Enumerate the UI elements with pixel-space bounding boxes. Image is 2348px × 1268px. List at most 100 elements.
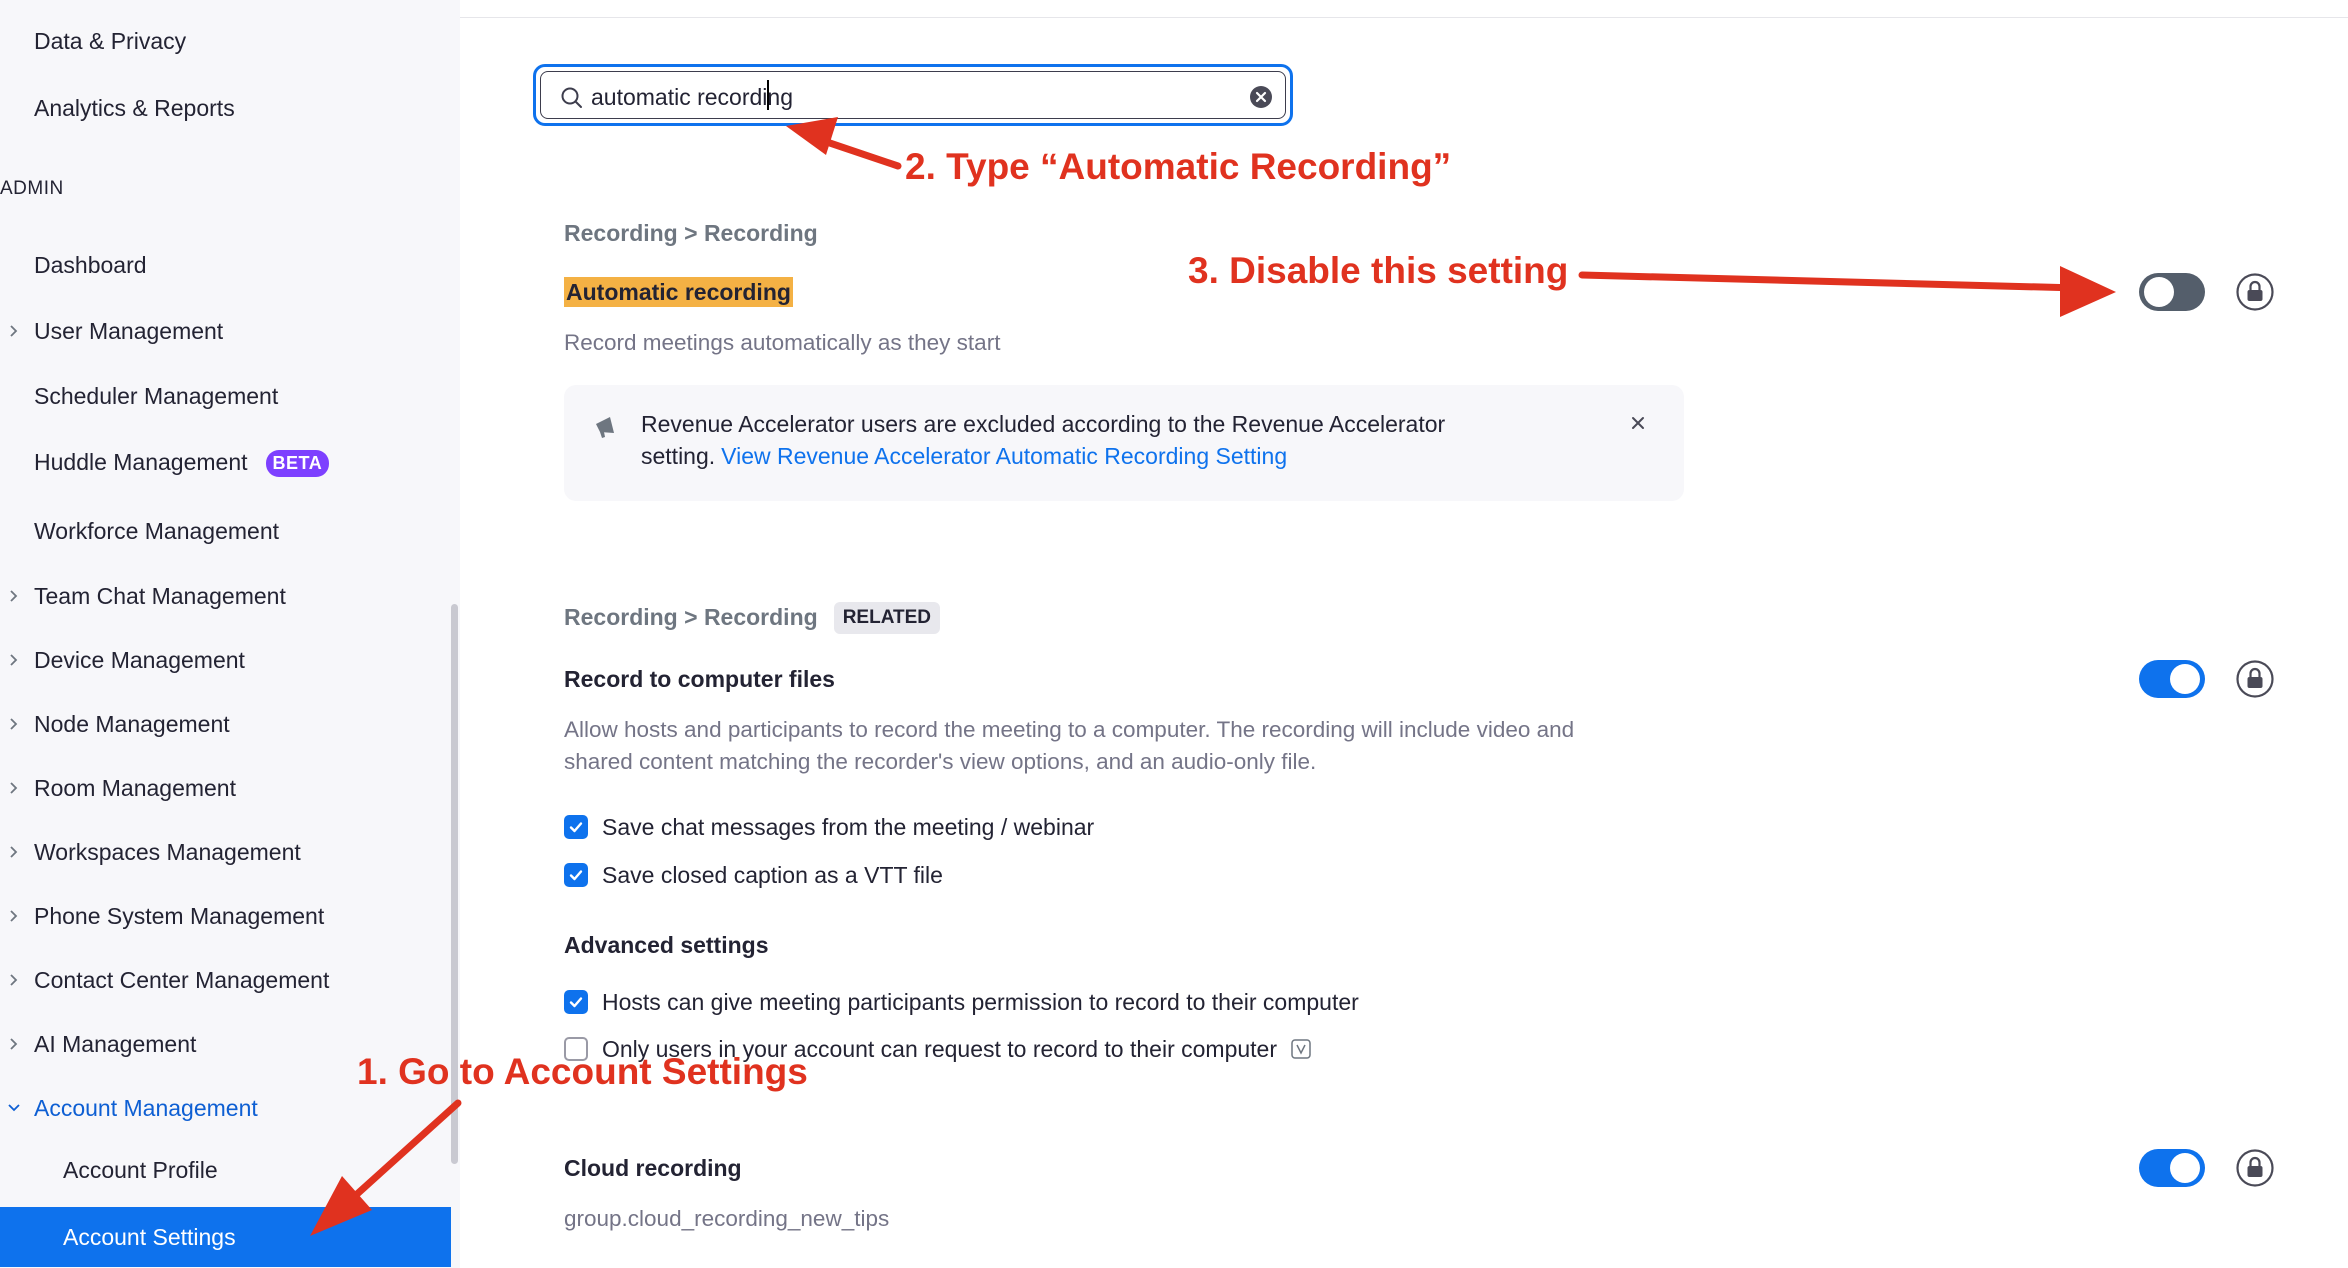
sidebar-item-workforce-management[interactable]: Workforce Management <box>0 501 451 561</box>
related-tag: RELATED <box>833 602 940 634</box>
sidebar-item-label: User Management <box>34 317 224 344</box>
option-hosts-permission[interactable]: Hosts can give meeting participants perm… <box>564 987 1359 1017</box>
search-box <box>533 64 1293 126</box>
setting-breadcrumb: Recording > Recording <box>564 220 818 246</box>
setting-title-automatic-recording: Automatic recording <box>564 277 793 307</box>
revenue-accelerator-notice: Revenue Accelerator users are excluded a… <box>564 385 1684 501</box>
search-field[interactable] <box>540 71 1286 119</box>
header-divider <box>460 17 2348 18</box>
sidebar-item-label: Huddle Management BETA <box>34 448 330 478</box>
search-highlight: Automatic recording <box>564 277 793 307</box>
automatic-recording-toggle[interactable] <box>2139 273 2205 311</box>
chevron-right-icon <box>6 588 22 604</box>
sidebar-item-label: Room Management <box>34 774 236 801</box>
sidebar-item-user-management[interactable]: User Management <box>0 301 451 361</box>
search-icon <box>561 87 582 108</box>
sidebar-item-label: Node Management <box>34 710 230 737</box>
revenue-accelerator-link[interactable]: View Revenue Accelerator Automatic Recor… <box>721 443 1287 469</box>
option-save-chat[interactable]: Save chat messages from the meeting / we… <box>564 812 1094 842</box>
sidebar-item-label: Device Management <box>34 646 245 673</box>
sidebar-item-label: Workspaces Management <box>34 838 301 865</box>
lock-icon[interactable] <box>2235 659 2275 699</box>
description-line-1: Allow hosts and participants to record t… <box>564 717 1575 742</box>
checkbox[interactable] <box>564 815 588 839</box>
sidebar-item-label: Data & Privacy <box>34 27 187 54</box>
sidebar-item-text: Huddle Management <box>34 448 248 475</box>
chevron-right-icon <box>6 844 22 860</box>
sidebar-item-label: Scheduler Management <box>34 382 279 409</box>
sidebar-item-data-privacy[interactable]: Data & Privacy <box>0 11 451 71</box>
checkbox[interactable] <box>564 990 588 1014</box>
setting-breadcrumb: Recording > Recording RELATED <box>564 602 940 636</box>
setting-description: Allow hosts and participants to record t… <box>564 714 1574 778</box>
annotation-step-2: 2. Type “Automatic Recording” <box>905 146 1452 187</box>
record-to-computer-toggle[interactable] <box>2139 660 2205 698</box>
close-icon[interactable] <box>1628 413 1648 433</box>
checkmark-icon <box>569 822 583 833</box>
sidebar-item-label: Workforce Management <box>34 517 280 544</box>
sidebar-item-label: Analytics & Reports <box>34 94 235 121</box>
breadcrumb-text: Recording > Recording <box>564 604 818 630</box>
sidebar-item-label: Account Settings <box>63 1223 236 1250</box>
chevron-right-icon <box>6 1036 22 1052</box>
notice-line-2: setting. View Revenue Accelerator Automat… <box>641 440 1445 472</box>
sidebar-item-device-management[interactable]: Device Management <box>0 630 451 690</box>
sidebar-item-label: AI Management <box>34 1030 197 1057</box>
sidebar-item-account-profile[interactable]: Account Profile <box>0 1140 451 1200</box>
sidebar-item-label: Team Chat Management <box>34 582 286 609</box>
sidebar-item-scheduler-management[interactable]: Scheduler Management <box>0 366 451 426</box>
option-label: Save closed caption as a VTT file <box>602 861 943 888</box>
sidebar-item-phone-system-management[interactable]: Phone System Management <box>0 886 451 946</box>
chevron-right-icon <box>6 972 22 988</box>
setting-description: group.cloud_recording_new_tips <box>564 1206 890 1231</box>
lock-icon[interactable] <box>2235 272 2275 312</box>
arrow-to-toggle <box>1578 266 2116 317</box>
description-line-2: shared content matching the recorder's v… <box>564 749 1317 774</box>
advanced-settings-title: Advanced settings <box>564 932 769 958</box>
sidebar-item-node-management[interactable]: Node Management <box>0 694 451 754</box>
toggle-knob <box>2170 664 2200 694</box>
annotation-step-3: 3. Disable this setting <box>1188 250 1569 291</box>
option-label: Hosts can give meeting participants perm… <box>602 988 1359 1015</box>
checkmark-icon <box>569 870 583 881</box>
megaphone-icon <box>596 417 614 438</box>
chevron-right-icon <box>6 652 22 668</box>
sidebar-item-label: Contact Center Management <box>34 966 330 993</box>
chevron-right-icon <box>6 323 22 339</box>
lock-icon[interactable] <box>2235 1148 2275 1188</box>
setting-title-cloud-recording: Cloud recording <box>564 1155 742 1181</box>
info-icon[interactable] <box>1291 1039 1311 1059</box>
sidebar-item-dashboard[interactable]: Dashboard <box>0 235 451 295</box>
cloud-recording-toggle[interactable] <box>2139 1149 2205 1187</box>
setting-title-record-to-computer: Record to computer files <box>564 666 835 692</box>
notice-line-1: Revenue Accelerator users are excluded a… <box>641 411 1446 437</box>
sidebar-item-label: Phone System Management <box>34 902 325 929</box>
search-input[interactable] <box>591 79 1191 115</box>
annotation-step-1: 1. Go to Account Settings <box>357 1051 808 1092</box>
chevron-down-icon <box>6 1100 22 1116</box>
sidebar-item-huddle-management[interactable]: Huddle Management BETA <box>0 433 451 493</box>
checkbox[interactable] <box>564 863 588 887</box>
chevron-right-icon <box>6 716 22 732</box>
sidebar-item-label: Account Management <box>34 1094 258 1121</box>
notice-text: Revenue Accelerator users are excluded a… <box>641 408 1445 472</box>
text-caret <box>767 80 769 110</box>
sidebar-item-team-chat-management[interactable]: Team Chat Management <box>0 566 451 626</box>
chevron-right-icon <box>6 908 22 924</box>
sidebar-item-label: Dashboard <box>34 251 147 278</box>
sidebar-item-contact-center-management[interactable]: Contact Center Management <box>0 950 451 1010</box>
beta-badge: BETA <box>265 449 330 477</box>
notice-line-2-text: setting. <box>641 443 716 469</box>
sidebar-item-analytics-reports[interactable]: Analytics & Reports <box>0 78 451 138</box>
sidebar-item-label: Account Profile <box>63 1156 218 1183</box>
toggle-knob <box>2144 277 2174 307</box>
setting-description: Record meetings automatically as they st… <box>564 330 1001 355</box>
toggle-knob <box>2170 1153 2200 1183</box>
clear-icon[interactable] <box>1249 85 1273 109</box>
sidebar-item-room-management[interactable]: Room Management <box>0 758 451 818</box>
option-label: Save chat messages from the meeting / we… <box>602 813 1095 840</box>
checkmark-icon <box>569 997 583 1008</box>
sidebar-item-account-settings[interactable]: Account Settings <box>0 1207 451 1267</box>
sidebar-item-workspaces-management[interactable]: Workspaces Management <box>0 822 451 882</box>
option-save-caption[interactable]: Save closed caption as a VTT file <box>564 860 943 890</box>
